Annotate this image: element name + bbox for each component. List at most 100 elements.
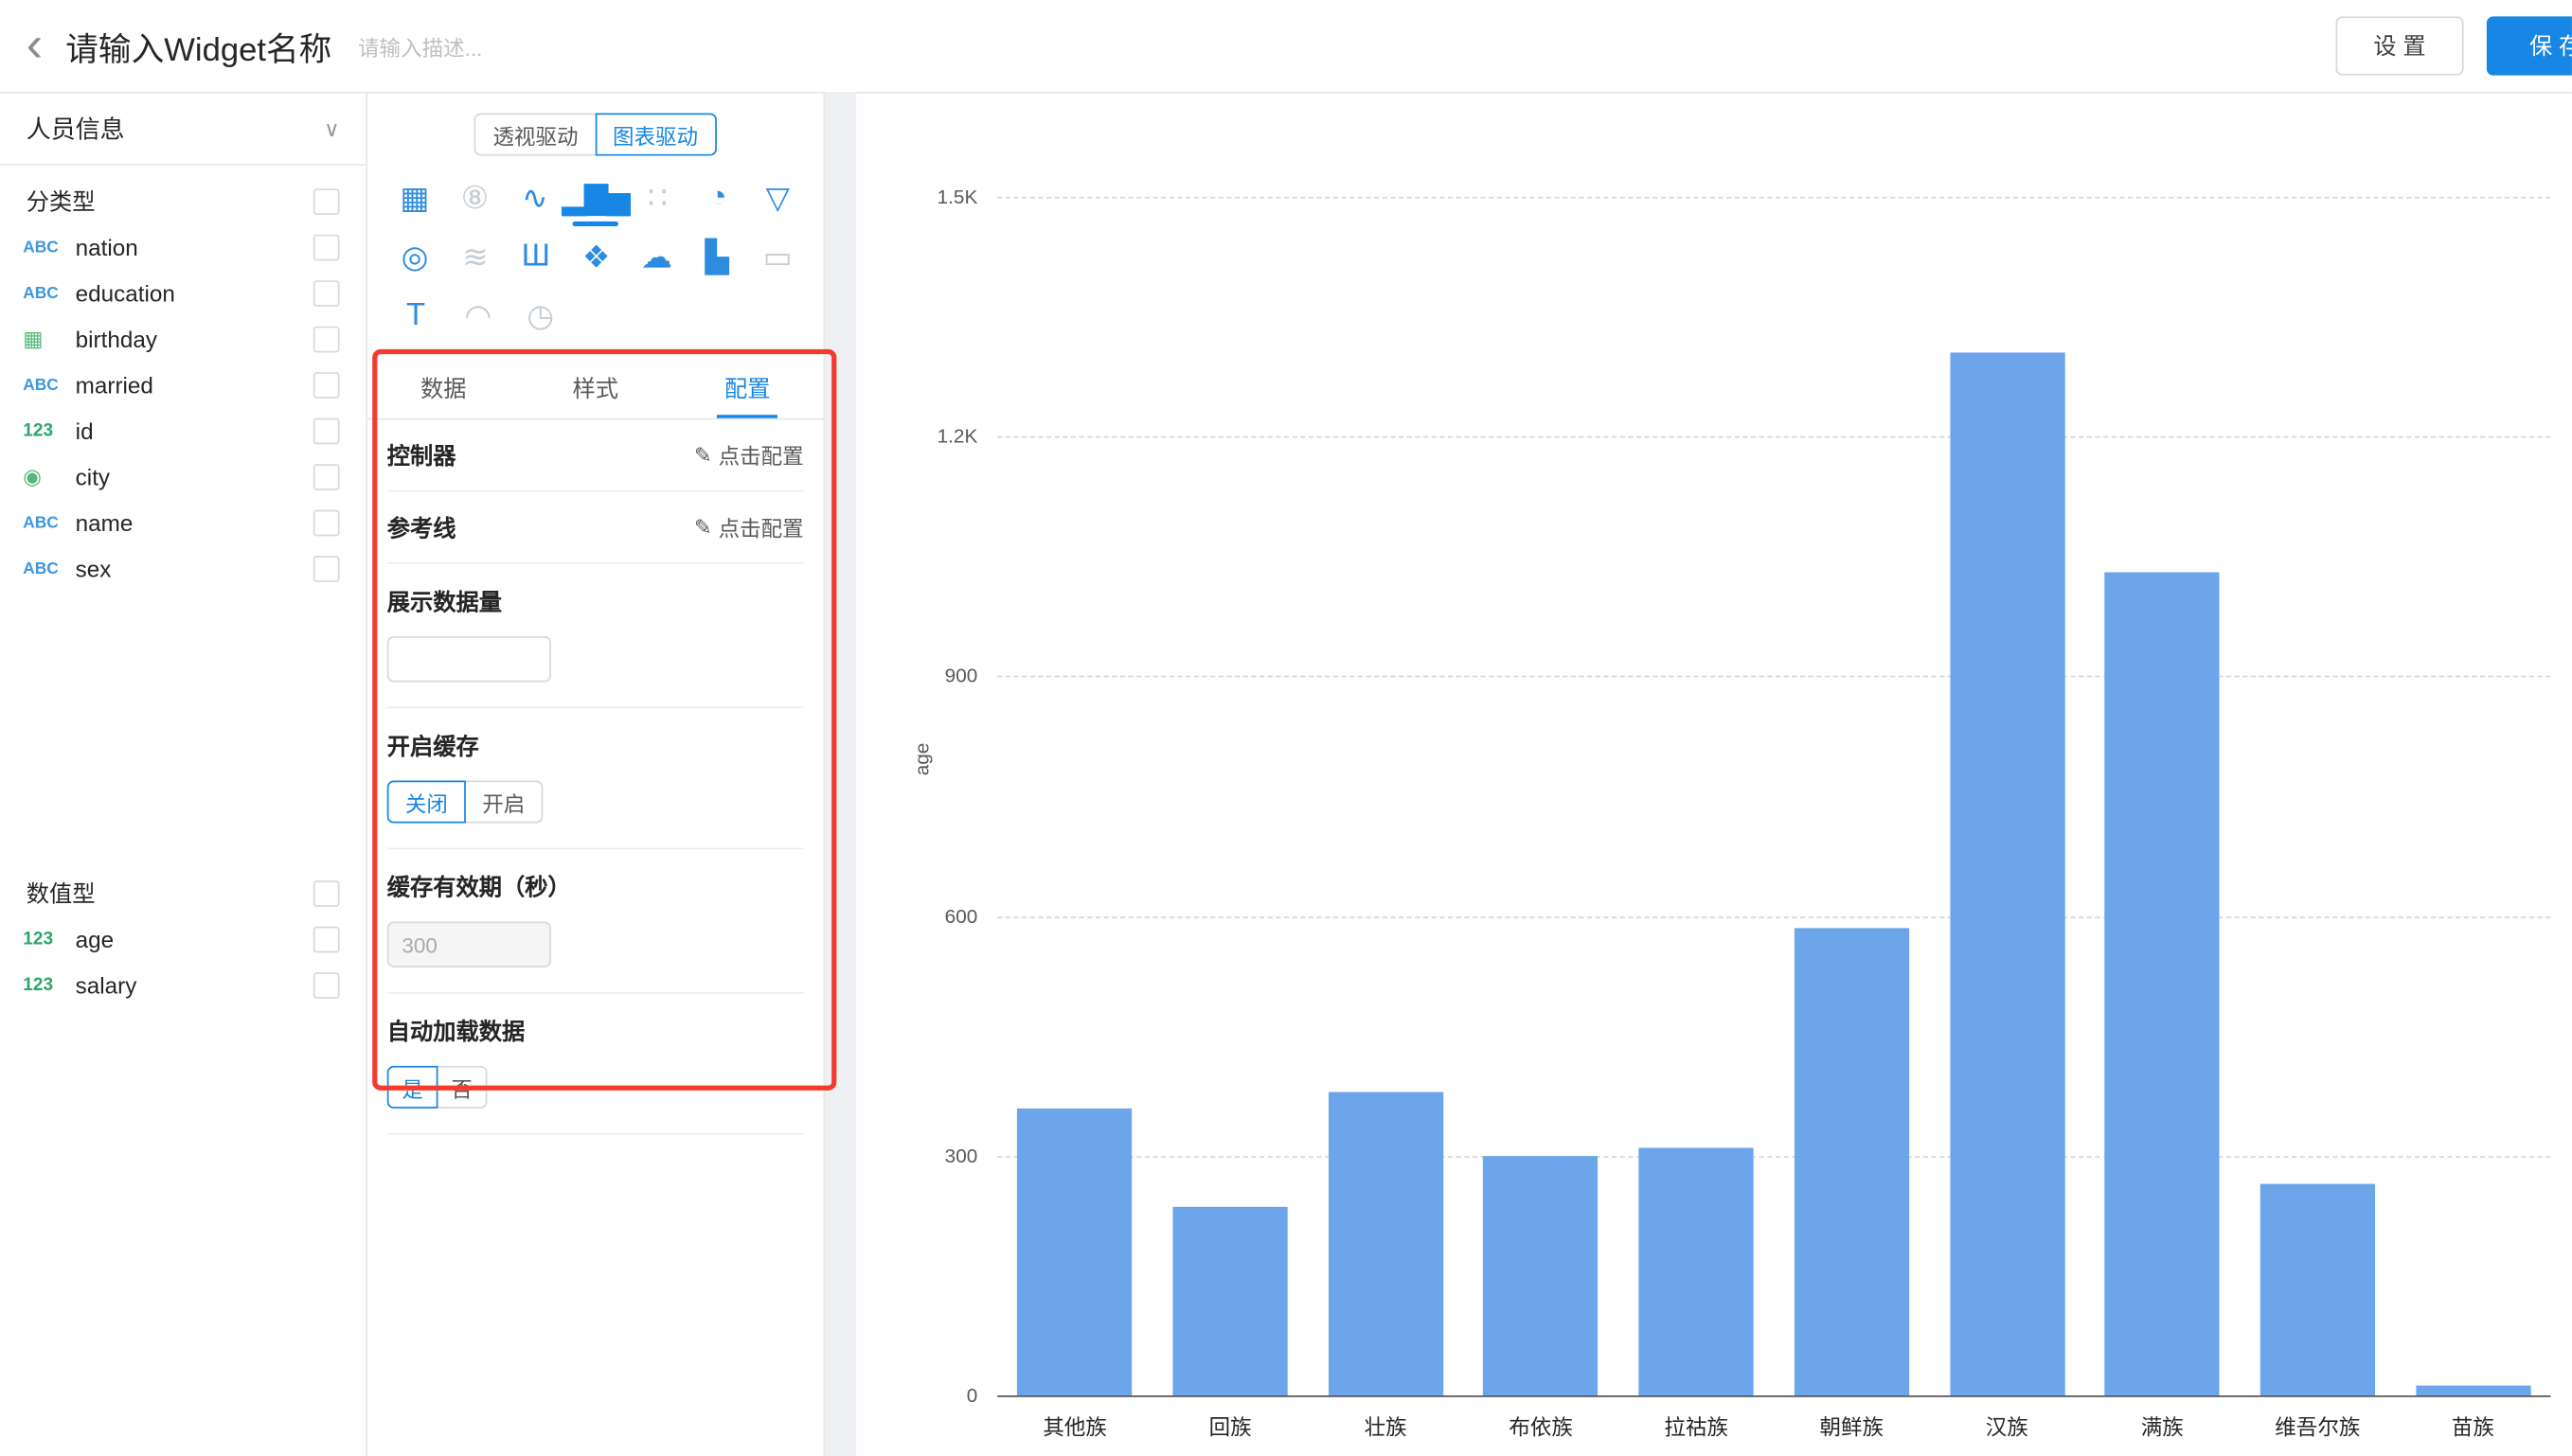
abc-type-icon: ABC <box>23 514 75 532</box>
cache-block: 开启缓存 关闭开启 <box>387 708 804 849</box>
funnel-chart-icon[interactable]: ▽ <box>747 174 808 223</box>
display-limit-block: 展示数据量 <box>387 564 804 708</box>
parallel-chart-icon[interactable]: Ш <box>505 233 565 282</box>
pie-chart-icon[interactable]: ◔ <box>687 174 747 223</box>
field-item-id[interactable]: 123id <box>0 408 366 453</box>
x-tick-label: 拉祜族 <box>1618 1411 1774 1442</box>
dial-chart-icon[interactable]: ◷ <box>509 292 571 341</box>
scatter-chart-icon[interactable]: ∷ <box>627 174 688 223</box>
category-section-checkbox[interactable] <box>313 188 340 215</box>
table-icon[interactable]: ▦ <box>384 174 444 223</box>
autoload-block: 自动加载数据 是否 <box>387 994 804 1135</box>
field-checkbox[interactable] <box>313 510 340 537</box>
chart-bar[interactable] <box>1950 352 2064 1395</box>
bar-chart-icon[interactable]: ▂▇▅ <box>564 174 627 223</box>
waterfall-chart-icon[interactable]: ▙ <box>687 233 747 282</box>
x-axis-line <box>997 1395 2550 1397</box>
field-name: nation <box>76 235 313 261</box>
chart-bar[interactable] <box>1017 1108 1132 1395</box>
field-item-education[interactable]: ABCeducation <box>0 271 366 316</box>
field-item-birthday[interactable]: ▦birthday <box>0 316 366 362</box>
abc-type-icon: ABC <box>23 560 75 578</box>
chart-bar[interactable] <box>1172 1208 1287 1395</box>
cache-expire-input <box>387 921 551 967</box>
tab-data[interactable]: 数据 <box>367 359 520 417</box>
cache-expire-block: 缓存有效期（秒） <box>387 849 804 993</box>
chart-bar[interactable] <box>1328 1092 1442 1395</box>
reference-line-configure-link[interactable]: ✎ 点击配置 <box>694 511 804 542</box>
field-item-city[interactable]: ◉city <box>0 454 366 500</box>
line-chart-icon[interactable]: ∿ <box>504 174 564 223</box>
chart-bar[interactable] <box>2260 1183 2375 1395</box>
sankey-chart-icon[interactable]: ≋ <box>444 233 505 282</box>
field-checkbox[interactable] <box>313 280 340 307</box>
back-icon[interactable]: ‹ <box>27 22 43 71</box>
field-checkbox[interactable] <box>313 927 340 953</box>
chart-config-panel: 透视驱动图表驱动 ▦⑧∿▂▇▅∷◔▽ ◎≋Ш❖☁▙▭ T◠◷ 数据样式配置 控制器 … <box>367 92 825 1456</box>
autoload-option-no[interactable]: 否 <box>437 1066 488 1109</box>
header-actions: 设 置 保 存 <box>2336 16 2572 75</box>
autoload-option-yes[interactable]: 是 <box>387 1066 438 1109</box>
settings-button[interactable]: 设 置 <box>2336 16 2464 75</box>
reference-line-row: 参考线 ✎ 点击配置 <box>387 492 804 564</box>
number-type-icon: 123 <box>23 976 75 996</box>
field-name: city <box>76 464 313 490</box>
x-tick-label: 壮族 <box>1308 1411 1463 1442</box>
widget-name-input[interactable]: 请输入Widget名称 <box>65 22 331 69</box>
field-item-nation[interactable]: ABCnation <box>0 224 366 270</box>
iframe-icon[interactable]: ▭ <box>746 233 807 282</box>
chart-bar[interactable] <box>1639 1147 1754 1395</box>
cache-label: 开启缓存 <box>387 730 804 763</box>
chart-bar[interactable] <box>2105 573 2220 1395</box>
display-limit-label: 展示数据量 <box>387 585 804 618</box>
field-name: married <box>76 372 313 399</box>
field-item-married[interactable]: ABCmarried <box>0 363 366 408</box>
tab-style[interactable]: 样式 <box>520 359 672 417</box>
display-limit-input[interactable] <box>387 636 551 682</box>
wordcloud-icon[interactable]: ☁ <box>626 233 687 282</box>
field-checkbox[interactable] <box>313 372 340 399</box>
field-item-name[interactable]: ABCname <box>0 500 366 545</box>
save-button[interactable]: 保 存 <box>2487 16 2572 75</box>
mode-option-chart-driven[interactable]: 图表驱动 <box>595 114 716 156</box>
numeric-section-checkbox[interactable] <box>313 880 340 907</box>
field-checkbox[interactable] <box>313 235 340 261</box>
china-map-icon[interactable]: ❖ <box>565 233 626 282</box>
gridline <box>997 436 2550 438</box>
chart-bar[interactable] <box>1795 928 1909 1395</box>
field-checkbox[interactable] <box>313 327 340 353</box>
field-item-salary[interactable]: 123salary <box>0 963 366 1008</box>
gauge-chart-icon[interactable]: ◠ <box>446 292 509 341</box>
chart-bar[interactable] <box>1484 1156 1599 1395</box>
y-tick-label: 600 <box>869 904 977 927</box>
mode-option-pivot-driven[interactable]: 透视驱动 <box>474 114 596 156</box>
text-chart-icon[interactable]: T <box>384 292 446 341</box>
field-name: birthday <box>76 327 313 353</box>
category-section-label: 分类型 <box>27 186 96 219</box>
number-type-icon: 123 <box>23 930 75 950</box>
field-name: sex <box>76 556 313 582</box>
field-checkbox[interactable] <box>313 556 340 582</box>
controller-row: 控制器 ✎ 点击配置 <box>387 419 804 491</box>
cache-option-off[interactable]: 关闭 <box>387 780 466 823</box>
number-type-icon: 123 <box>23 421 75 441</box>
y-tick-label: 1.2K <box>869 425 977 448</box>
tab-config[interactable]: 配置 <box>671 359 824 417</box>
cache-option-on[interactable]: 开启 <box>464 780 543 823</box>
gridline <box>997 197 2550 199</box>
description-input[interactable]: 请输入描述... <box>358 30 482 62</box>
field-item-sex[interactable]: ABCsex <box>0 546 366 592</box>
field-item-age[interactable]: 123age <box>0 916 366 962</box>
dataset-header[interactable]: 人员信息 ∨ <box>0 94 366 166</box>
field-checkbox[interactable] <box>313 464 340 490</box>
gridline <box>997 916 2550 918</box>
mode-toggle: 透视驱动图表驱动 <box>367 114 824 156</box>
cache-expire-label: 缓存有效期（秒） <box>387 871 804 904</box>
scorecard-icon[interactable]: ⑧ <box>444 174 505 223</box>
chart-bar[interactable] <box>2416 1386 2530 1395</box>
radar-chart-icon[interactable]: ◎ <box>384 233 444 282</box>
controller-configure-link[interactable]: ✎ 点击配置 <box>694 439 804 471</box>
autoload-toggle: 是否 <box>387 1066 804 1109</box>
field-checkbox[interactable] <box>313 972 340 999</box>
field-checkbox[interactable] <box>313 418 340 445</box>
